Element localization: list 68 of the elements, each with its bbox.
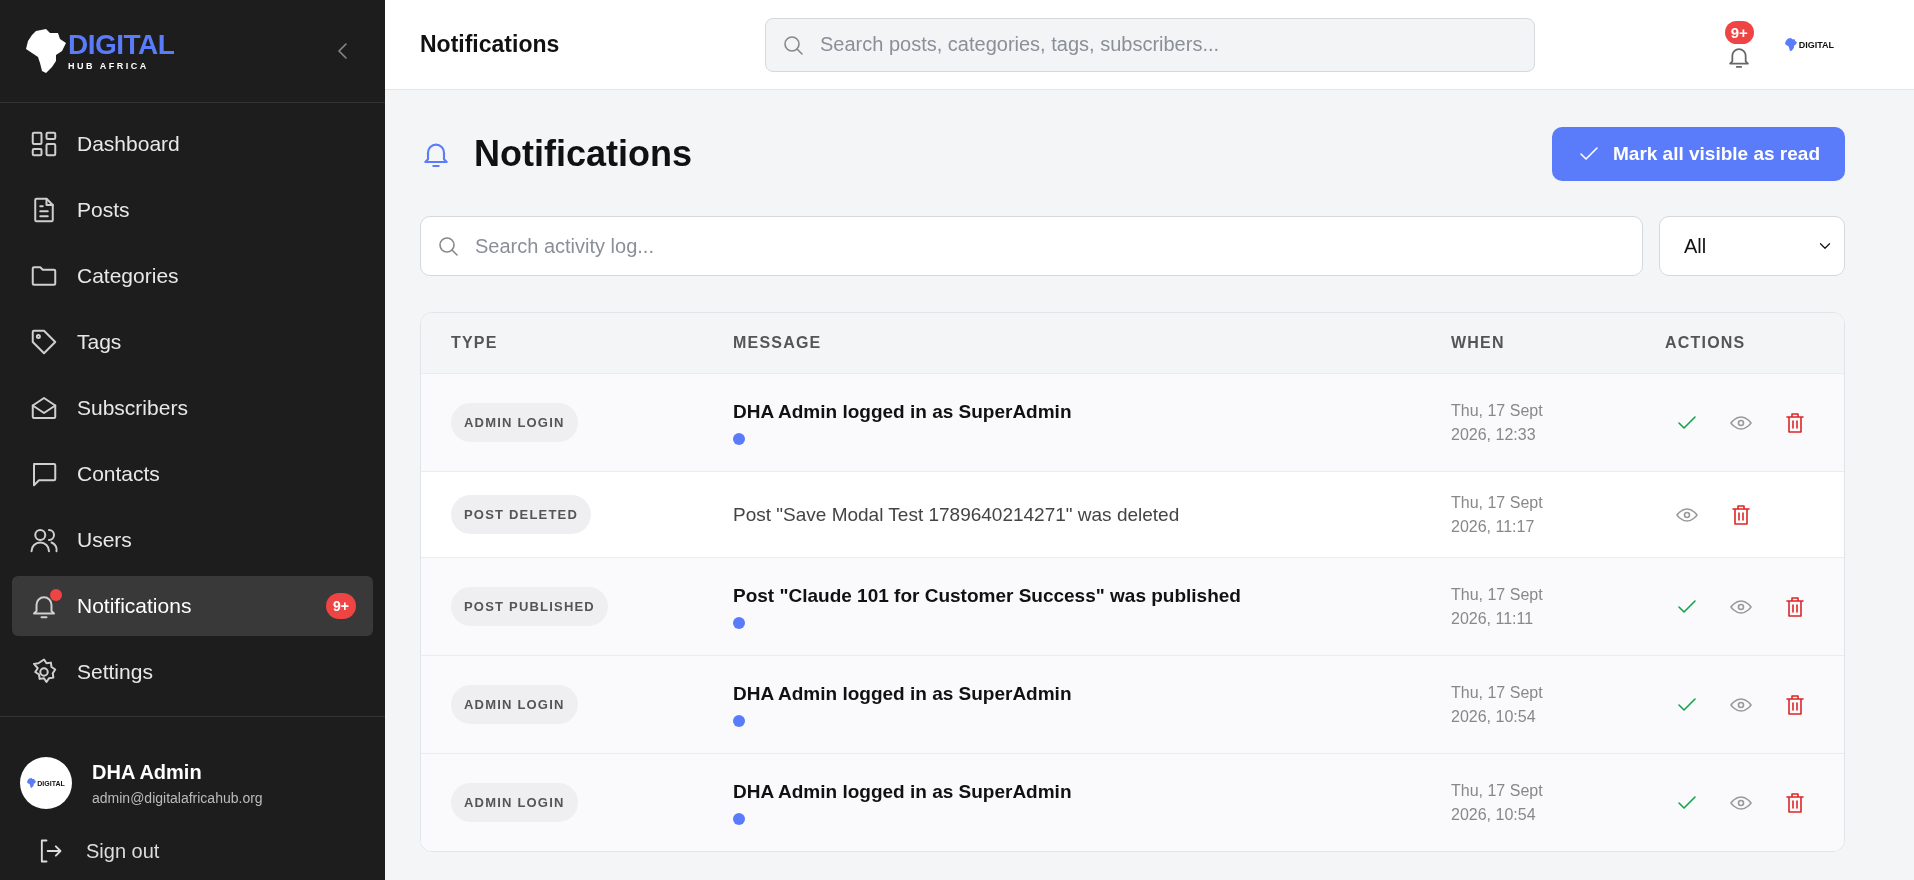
notification-message: Post "Save Modal Test 1789640214271" was deleted bbox=[733, 503, 1181, 526]
column-header: ACTIONS bbox=[1665, 334, 1747, 352]
africa-logo-icon bbox=[27, 778, 37, 788]
nav-item[interactable]: Categories bbox=[12, 246, 373, 306]
type-badge: POST DELETED bbox=[451, 495, 592, 534]
nav-label: Tags bbox=[77, 330, 122, 354]
notification-message: DHA Admin logged in as SuperAdmin bbox=[733, 400, 1073, 423]
delete-button[interactable] bbox=[1783, 692, 1807, 717]
notifications-button[interactable] bbox=[1728, 47, 1749, 68]
type-badge: ADMIN LOGIN bbox=[451, 783, 578, 822]
nav-item[interactable]: Contacts bbox=[12, 444, 373, 504]
nav-item[interactable]: Posts bbox=[12, 180, 373, 240]
column-header: MESSAGE bbox=[733, 334, 823, 352]
nav-label: Notifications bbox=[77, 594, 192, 618]
trash-icon bbox=[1783, 790, 1807, 815]
nav-item[interactable]: Users bbox=[12, 510, 373, 570]
count-badge: 9+ bbox=[1724, 20, 1754, 44]
type-badge: ADMIN LOGIN bbox=[451, 685, 578, 724]
nav-item[interactable]: Settings bbox=[12, 642, 373, 702]
tag-icon bbox=[29, 327, 59, 357]
nav-label: Contacts bbox=[77, 462, 160, 486]
nav-label: Dashboard bbox=[77, 132, 180, 156]
column-header: WHEN bbox=[1451, 334, 1506, 352]
type-badge: POST PUBLISHED bbox=[451, 587, 608, 626]
type-badge: ADMIN LOGIN bbox=[451, 403, 578, 442]
nav-label: Users bbox=[77, 528, 132, 552]
trash-icon bbox=[1783, 594, 1807, 619]
timestamp: Thu, 17 Sept 2026, 10:54 bbox=[1451, 780, 1544, 825]
mark-all-read-button[interactable]: Mark all visible as read bbox=[1552, 127, 1845, 181]
user-name: DHA Admin bbox=[92, 760, 203, 784]
header-logo-text: DIGITAL bbox=[1798, 39, 1834, 50]
nav-label: Subscribers bbox=[77, 396, 188, 420]
sign-out-button[interactable]: Sign out bbox=[0, 837, 385, 880]
notification-message: DHA Admin logged in as SuperAdmin bbox=[733, 780, 1073, 803]
nav-label: Posts bbox=[77, 198, 130, 222]
nav-item[interactable]: Notifications 9+ bbox=[12, 576, 373, 636]
user-email: admin@digitalafricahub.org bbox=[92, 789, 263, 806]
timestamp: Thu, 17 Sept 2026, 11:17 bbox=[1451, 492, 1544, 537]
trash-icon bbox=[1783, 410, 1807, 435]
trash-icon bbox=[1783, 692, 1807, 717]
filter-dropdown[interactable]: All bbox=[1659, 216, 1845, 276]
notification-message: Post "Claude 101 for Customer Success" was published bbox=[733, 584, 1242, 607]
column-header: TYPE bbox=[451, 334, 499, 352]
timestamp: Thu, 17 Sept 2026, 12:33 bbox=[1451, 400, 1544, 445]
dashboard-icon bbox=[29, 129, 59, 159]
nav-item[interactable]: Dashboard bbox=[12, 114, 373, 174]
africa-logo-icon bbox=[26, 29, 66, 73]
nav-item[interactable]: Subscribers bbox=[12, 378, 373, 438]
delete-button[interactable] bbox=[1783, 790, 1807, 815]
search-field[interactable]: Search posts, categories, tags, subscribers... bbox=[765, 17, 1535, 72]
logo-subtitle: HUB AFRICA bbox=[68, 61, 150, 71]
notification-message: DHA Admin logged in as SuperAdmin bbox=[733, 682, 1073, 705]
count-badge: 9+ bbox=[326, 593, 356, 619]
trash-icon bbox=[1729, 502, 1753, 527]
africa-logo-icon bbox=[1784, 37, 1797, 52]
delete-button[interactable] bbox=[1783, 594, 1807, 619]
delete-button[interactable] bbox=[1783, 410, 1807, 435]
nav-label: Categories bbox=[77, 264, 179, 288]
delete-button[interactable] bbox=[1729, 502, 1753, 527]
activity-search-field[interactable]: Search activity log... bbox=[420, 216, 1643, 276]
logo-title: DIGITAL bbox=[68, 31, 175, 59]
bell-icon bbox=[1728, 47, 1749, 68]
page-title: Notifications bbox=[474, 133, 692, 175]
nav-item[interactable]: Tags bbox=[12, 312, 373, 372]
timestamp: Thu, 17 Sept 2026, 11:11 bbox=[1451, 584, 1544, 629]
header-title: Notifications bbox=[420, 31, 561, 58]
nav-label: Settings bbox=[77, 660, 153, 684]
timestamp: Thu, 17 Sept 2026, 10:54 bbox=[1451, 682, 1544, 727]
